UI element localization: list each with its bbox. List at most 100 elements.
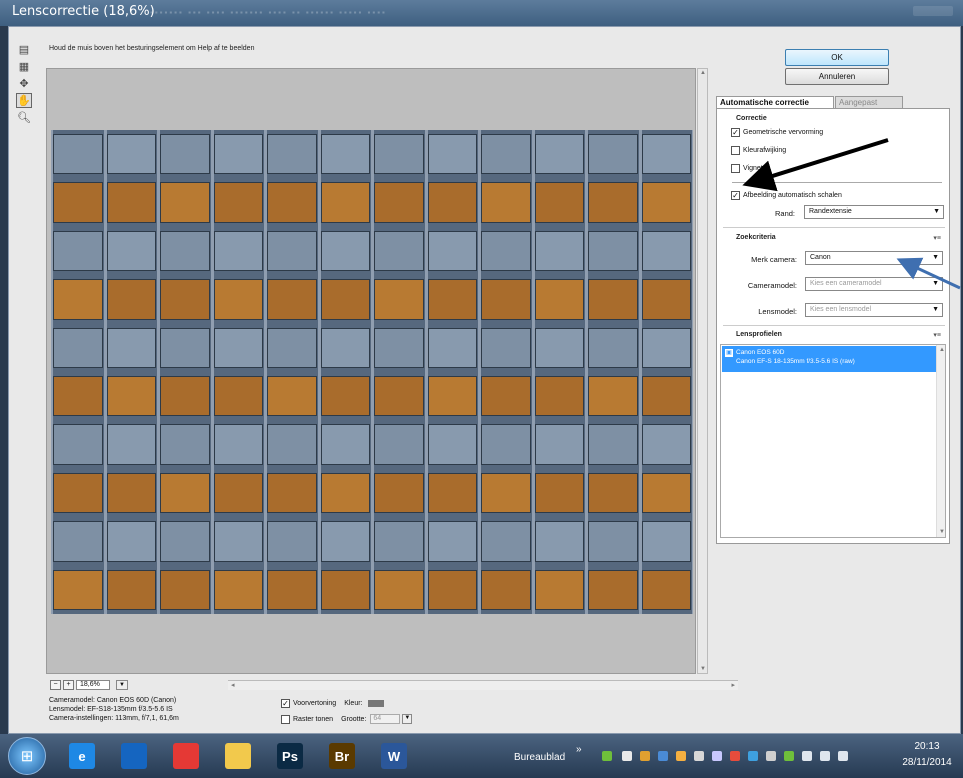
grootte-input[interactable]: 64: [370, 714, 401, 724]
window-title: Lenscorrectie (18,6%): [12, 4, 155, 19]
tray-app-icon[interactable]: [676, 751, 686, 761]
tray-app-icon[interactable]: [622, 751, 632, 761]
rand-dropdown[interactable]: Randextensie ▼: [804, 205, 944, 219]
zoom-in-button[interactable]: +: [63, 680, 74, 690]
tray-app-icon[interactable]: [748, 751, 758, 761]
tray-app-icon[interactable]: [602, 751, 612, 761]
facade-mullion: [157, 130, 160, 614]
tray-app-icon[interactable]: [730, 751, 740, 761]
scroll-left-icon[interactable]: ◂: [231, 681, 235, 689]
zoom-out-button[interactable]: −: [50, 680, 61, 690]
grootte-stepper-button[interactable]: ▼: [402, 714, 413, 724]
kleurafwijking-checkbox[interactable]: [731, 145, 740, 155]
grid-color-swatch[interactable]: [367, 699, 384, 707]
settings-tabs: Automatische correctie Aangepast: [716, 96, 950, 108]
facade-window: [106, 279, 156, 320]
network-icon[interactable]: [766, 751, 776, 761]
scroll-down-icon[interactable]: ▼: [700, 666, 706, 672]
volume-icon[interactable]: [802, 751, 812, 761]
facade-window: [588, 472, 638, 514]
rand-dropdown-value: Randextensie: [809, 208, 852, 215]
tray-app-icon[interactable]: [640, 751, 650, 761]
taskbar-app-button[interactable]: [114, 739, 154, 773]
facade-window: [641, 376, 691, 417]
panel-menu-icon[interactable]: ▾≡: [933, 234, 941, 242]
window-controls[interactable]: [913, 6, 953, 16]
zoom-value[interactable]: 18,6%: [76, 680, 110, 690]
hand-tool-icon[interactable]: ✋: [16, 93, 32, 108]
facade-window: [427, 521, 477, 562]
cancel-button[interactable]: Annuleren: [785, 68, 889, 85]
scroll-down-icon[interactable]: ▼: [939, 529, 945, 535]
tray-app-icon[interactable]: [694, 751, 704, 761]
facade-window: [534, 569, 584, 610]
grid-tool-icon[interactable]: ▦: [16, 59, 32, 74]
bureaublad-label[interactable]: Bureaublad: [514, 752, 565, 763]
ok-button[interactable]: OK: [785, 49, 889, 66]
preview-image: [51, 130, 693, 614]
scroll-right-icon[interactable]: ▸: [731, 681, 735, 689]
scroll-up-icon[interactable]: ▲: [939, 347, 945, 353]
facade-window: [374, 327, 424, 368]
profile-list-scrollbar[interactable]: ▲ ▼: [936, 345, 945, 537]
lensmodel-dropdown[interactable]: Kies een lensmodel ▼: [805, 303, 943, 317]
panel-menu-icon[interactable]: ▾≡: [933, 331, 941, 339]
facade-window: [427, 182, 477, 223]
taskbar-app-button[interactable]: Ps: [270, 739, 310, 773]
taskbar-app-button[interactable]: e: [62, 739, 102, 773]
facade-mullion: [478, 130, 481, 614]
voorvertoning-checkbox[interactable]: ✓: [281, 698, 290, 708]
vignet-checkbox[interactable]: [731, 163, 740, 173]
facade-window: [374, 521, 424, 562]
facade-window: [213, 376, 263, 417]
move-grid-tool-icon[interactable]: ✥: [16, 76, 32, 91]
chrome-icon: [173, 743, 199, 769]
canvas-horizontal-scrollbar[interactable]: ◂ ▸: [228, 680, 738, 690]
zoom-dropdown-button[interactable]: ▼: [116, 680, 128, 690]
tab-automatische-correctie[interactable]: Automatische correctie: [716, 96, 834, 108]
geometrisch-checkbox[interactable]: ✓: [731, 127, 740, 137]
tab-aangepast[interactable]: Aangepast: [835, 96, 903, 108]
preview-canvas[interactable]: [46, 68, 696, 674]
zoom-bar: − + 18,6% ▼ ◂ ▸: [46, 678, 738, 692]
facade-window: [374, 569, 424, 610]
lensmodel-label: Lensmodel:: [758, 307, 797, 316]
tray-app-icon[interactable]: [658, 751, 668, 761]
facade-window: [374, 182, 424, 223]
facade-window: [160, 569, 210, 610]
taskbar-app-button[interactable]: W: [374, 739, 414, 773]
facade-window: [320, 424, 370, 465]
cameramodel-dropdown[interactable]: Kies een cameramodel ▼: [805, 277, 943, 291]
merk-camera-dropdown[interactable]: Canon ▼: [805, 251, 943, 265]
scroll-up-icon[interactable]: ▲: [700, 70, 706, 76]
list-item[interactable]: ▣ Canon EOS 60D Canon EF-S 18-135mm f/3.…: [722, 346, 937, 372]
facade-window: [427, 424, 477, 465]
taskbar-app-button[interactable]: [166, 739, 206, 773]
facade-window: [160, 134, 210, 175]
facade-window: [534, 230, 584, 272]
tray-app-icon[interactable]: [712, 751, 722, 761]
tray-app-icon[interactable]: [784, 751, 794, 761]
lens-correction-tool-icon[interactable]: ▤: [16, 42, 32, 57]
preview-options: ✓ Voorvertoning Kleur: Raster tonen Groo…: [281, 697, 413, 725]
facade-window: [213, 424, 263, 465]
facade-window: [53, 521, 103, 562]
facade-window: [481, 327, 531, 368]
raster-checkbox[interactable]: [281, 714, 290, 724]
facade-window: [588, 279, 638, 320]
taskbar-app-button[interactable]: [218, 739, 258, 773]
cameramodel-info: Cameramodel: Canon EOS 60D (Canon): [49, 697, 177, 704]
auto-schalen-checkbox[interactable]: ✓: [731, 190, 740, 200]
play-icon[interactable]: [838, 751, 848, 761]
facade-window: [106, 472, 156, 514]
facade-window: [588, 424, 638, 465]
zoom-tool-icon[interactable]: 🔍︎: [16, 110, 32, 125]
chevron-right-icon[interactable]: »: [576, 744, 582, 755]
taskbar-clock[interactable]: 20:13 28/11/2014: [896, 739, 958, 771]
canvas-vertical-scrollbar[interactable]: ▲ ▼: [697, 68, 708, 674]
taskbar-app-button[interactable]: Br: [322, 739, 362, 773]
facade-window: [534, 327, 584, 368]
media-center-icon: [121, 743, 147, 769]
start-button[interactable]: ⊞: [8, 737, 46, 775]
flag-icon[interactable]: [820, 751, 830, 761]
